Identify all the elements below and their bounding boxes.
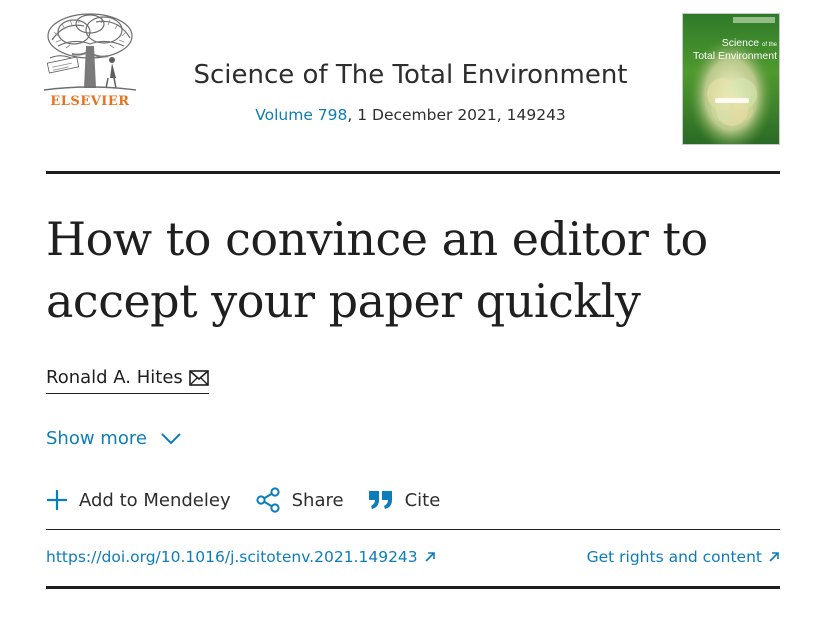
article-actions-bar: Add to Mendeley Share Cite: [46, 486, 440, 514]
chevron-down-icon: [161, 432, 181, 444]
share-icon: [256, 487, 280, 513]
elsevier-wordmark: ELSEVIER: [50, 94, 130, 109]
share-label: Share: [291, 489, 344, 511]
add-to-mendeley-button[interactable]: Add to Mendeley: [46, 489, 231, 511]
show-more-label: Show more: [46, 428, 147, 449]
share-button[interactable]: Share: [255, 487, 344, 513]
header-divider: [46, 171, 780, 174]
journal-title[interactable]: Science of The Total Environment: [158, 60, 663, 90]
cite-label: Cite: [404, 489, 441, 511]
elsevier-tree-icon: [43, 12, 137, 92]
cite-button[interactable]: Cite: [368, 489, 441, 511]
article-title: How to convince an editor to accept your…: [46, 212, 708, 328]
issue-details: , 1 December 2021, 149243: [347, 106, 566, 124]
envelope-icon: [188, 369, 209, 386]
cover-title-line2: Total Environment: [692, 50, 777, 62]
footer-divider: [46, 586, 780, 589]
issue-info: Volume 798, 1 December 2021, 149243: [158, 106, 663, 124]
volume-link[interactable]: Volume 798: [255, 106, 347, 124]
cover-title-of-the: of the: [761, 42, 777, 48]
plus-icon: [47, 490, 67, 510]
get-rights-text: Get rights and content: [586, 548, 762, 566]
author-link[interactable]: Ronald A. Hites: [46, 367, 209, 394]
arrow-up-right-icon: [769, 552, 779, 562]
show-more-button[interactable]: Show more: [46, 428, 181, 449]
cover-title-line1: Science: [721, 37, 760, 49]
arrow-up-right-icon: [425, 552, 435, 562]
doi-link[interactable]: https://doi.org/10.1016/j.scitotenv.2021…: [46, 548, 436, 566]
quote-icon: [368, 491, 392, 509]
links-divider: [46, 529, 780, 530]
doi-text: https://doi.org/10.1016/j.scitotenv.2021…: [46, 548, 418, 566]
author-name: Ronald A. Hites: [46, 367, 183, 388]
journal-cover-image: [683, 14, 779, 144]
elsevier-logo[interactable]: ELSEVIER: [43, 12, 137, 112]
get-rights-link[interactable]: Get rights and content: [587, 548, 780, 566]
add-to-mendeley-label: Add to Mendeley: [79, 489, 231, 511]
journal-cover-thumbnail[interactable]: Science of the Total Environment: [682, 13, 780, 145]
cover-title: Science of the Total Environment: [691, 38, 777, 62]
